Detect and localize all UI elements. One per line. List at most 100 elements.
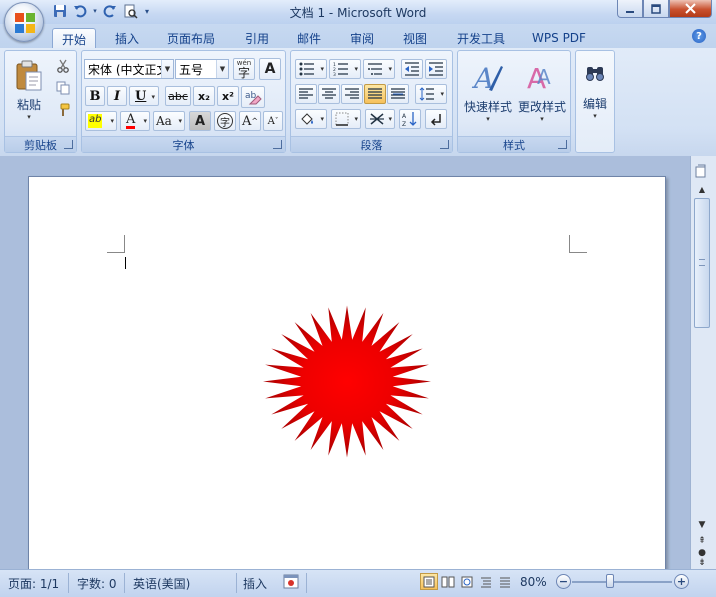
- zoom-slider-thumb[interactable]: [606, 574, 614, 588]
- editing-button[interactable]: 编辑 ▾: [578, 55, 612, 127]
- font-name-dropdown-icon[interactable]: ▼: [161, 60, 173, 78]
- starburst-shape[interactable]: [262, 304, 432, 459]
- restore-button[interactable]: [643, 0, 669, 18]
- subscript-button[interactable]: x₂: [193, 86, 215, 106]
- page-count[interactable]: 页面: 1/1: [8, 575, 59, 592]
- phonetic-guide-button[interactable]: wén 字: [233, 58, 255, 80]
- bullets-button[interactable]: ▾: [295, 59, 327, 79]
- chinese-layout-dropdown-icon[interactable]: ▾: [388, 115, 392, 123]
- enclose-characters-button[interactable]: 字: [214, 111, 236, 131]
- numbering-dropdown-icon[interactable]: ▾: [354, 65, 358, 73]
- distributed-button[interactable]: [387, 84, 409, 104]
- format-painter-button[interactable]: [53, 101, 73, 119]
- cut-button[interactable]: [53, 57, 73, 75]
- outline-view-button[interactable]: [477, 573, 495, 590]
- change-case-button[interactable]: Aa ▾: [153, 111, 185, 131]
- print-layout-view-button[interactable]: [420, 573, 438, 590]
- word-count[interactable]: 字数: 0: [77, 575, 117, 592]
- font-color-button[interactable]: A ▾: [120, 111, 150, 131]
- sort-button[interactable]: AZ: [399, 109, 421, 129]
- align-center-button[interactable]: [318, 84, 340, 104]
- copy-button[interactable]: [53, 79, 73, 97]
- change-styles-button[interactable]: A A 更改样式 ▾: [514, 55, 570, 127]
- show-marks-button[interactable]: [425, 109, 447, 129]
- vertical-scrollbar[interactable]: ▲ ▼ ⇞ ● ⇟: [690, 156, 716, 569]
- help-icon[interactable]: ?: [692, 29, 706, 43]
- justify-button[interactable]: [364, 84, 386, 104]
- chinese-layout-button[interactable]: ▾: [365, 109, 395, 129]
- document-area[interactable]: [0, 156, 690, 569]
- underline-button[interactable]: U ▾: [129, 86, 159, 106]
- highlight-dropdown-icon[interactable]: ▾: [110, 117, 114, 125]
- tab-references[interactable]: 引用: [237, 28, 277, 48]
- shading-dropdown-icon[interactable]: ▾: [320, 115, 324, 123]
- numbering-button[interactable]: 123 ▾: [329, 59, 361, 79]
- superscript-button[interactable]: x²: [217, 86, 239, 106]
- line-spacing-button[interactable]: ▾: [415, 84, 447, 104]
- zoom-slider-track[interactable]: [572, 581, 672, 583]
- view-ruler-icon[interactable]: [695, 164, 709, 180]
- bullets-dropdown-icon[interactable]: ▾: [320, 65, 324, 73]
- zoom-level[interactable]: 80%: [520, 575, 547, 589]
- shading-button[interactable]: ▾: [295, 109, 327, 129]
- print-layout-icon: [423, 576, 435, 587]
- clipboard-launcher[interactable]: [64, 140, 73, 149]
- font-name-combo[interactable]: 宋体 (中文正文 ▼: [84, 59, 174, 79]
- character-border-button[interactable]: A: [259, 58, 281, 80]
- styles-launcher[interactable]: [558, 140, 567, 149]
- starburst-polygon[interactable]: [263, 305, 431, 458]
- document-page[interactable]: [28, 176, 666, 569]
- office-button[interactable]: [4, 2, 44, 42]
- highlight-button[interactable]: ab ▾: [85, 111, 117, 131]
- close-button[interactable]: [669, 0, 712, 18]
- decrease-indent-button[interactable]: [401, 59, 423, 79]
- align-left-button[interactable]: [295, 84, 317, 104]
- scroll-thumb[interactable]: [694, 198, 710, 328]
- tab-home[interactable]: 开始: [52, 28, 96, 49]
- tab-mailings[interactable]: 邮件: [289, 28, 329, 48]
- grow-font-button[interactable]: A ^: [239, 111, 261, 131]
- tab-view[interactable]: 视图: [395, 28, 435, 48]
- full-screen-reading-button[interactable]: [439, 573, 457, 590]
- distributed-icon: [391, 88, 405, 99]
- change-case-dropdown-icon[interactable]: ▾: [178, 117, 182, 125]
- character-shading-button[interactable]: A: [189, 111, 211, 131]
- align-right-button[interactable]: [341, 84, 363, 104]
- zoom-in-button[interactable]: +: [674, 574, 689, 589]
- paste-button[interactable]: 粘贴 ▾: [9, 55, 49, 125]
- tab-developer[interactable]: 开发工具: [450, 28, 512, 48]
- borders-button[interactable]: ▾: [331, 109, 361, 129]
- multilevel-dropdown-icon[interactable]: ▾: [388, 65, 392, 73]
- borders-dropdown-icon[interactable]: ▾: [354, 115, 358, 123]
- tab-page-layout[interactable]: 页面布局: [160, 28, 222, 48]
- tab-wps-pdf[interactable]: WPS PDF: [524, 28, 594, 48]
- tab-insert[interactable]: 插入: [107, 28, 147, 48]
- web-layout-button[interactable]: [458, 573, 476, 590]
- quick-styles-button[interactable]: A 快速样式 ▾: [460, 55, 516, 127]
- shrink-font-button[interactable]: Aˇ: [263, 111, 283, 131]
- scroll-down-icon[interactable]: ▼: [694, 518, 710, 532]
- paste-dropdown-icon: ▾: [27, 112, 31, 121]
- next-page-icon[interactable]: ⇟: [694, 558, 710, 568]
- draft-view-button[interactable]: [496, 573, 514, 590]
- macro-record-icon[interactable]: [283, 574, 299, 592]
- insert-mode-indicator[interactable]: 插入: [243, 575, 267, 592]
- language-indicator[interactable]: 英语(美国): [133, 575, 190, 592]
- font-color-dropdown-icon[interactable]: ▾: [143, 117, 147, 125]
- font-size-combo[interactable]: 五号 ▼: [175, 59, 229, 79]
- increase-indent-button[interactable]: [425, 59, 447, 79]
- paragraph-launcher[interactable]: [440, 140, 449, 149]
- minimize-button[interactable]: [617, 0, 643, 18]
- italic-button[interactable]: I: [107, 86, 127, 106]
- bold-button[interactable]: B: [85, 86, 105, 106]
- multilevel-list-button[interactable]: ▾: [363, 59, 395, 79]
- font-launcher[interactable]: [273, 140, 282, 149]
- line-spacing-dropdown-icon[interactable]: ▾: [440, 90, 444, 98]
- font-size-dropdown-icon[interactable]: ▼: [216, 60, 228, 78]
- underline-dropdown-icon[interactable]: ▾: [151, 92, 155, 101]
- clear-formatting-button[interactable]: ab: [241, 86, 265, 108]
- tab-review[interactable]: 审阅: [342, 28, 382, 48]
- scroll-up-icon[interactable]: ▲: [694, 182, 710, 196]
- strikethrough-button[interactable]: abc: [165, 86, 191, 106]
- zoom-out-button[interactable]: −: [556, 574, 571, 589]
